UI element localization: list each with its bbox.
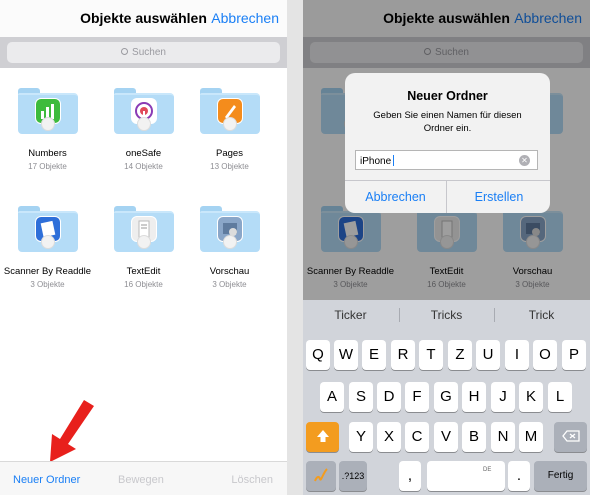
- keyboard: Q W E R T Z U I O P A S D F G H J K L Y …: [303, 330, 590, 495]
- folder-name-input[interactable]: iPhone ✕: [355, 150, 538, 170]
- new-folder-alert: Neuer Ordner Geben Sie einen Namen für d…: [345, 73, 550, 213]
- key-a[interactable]: A: [320, 382, 344, 412]
- key-s[interactable]: S: [349, 382, 373, 412]
- space-key[interactable]: DE: [427, 461, 505, 491]
- alert-cancel-button[interactable]: Abbrechen: [345, 181, 447, 213]
- key-n[interactable]: N: [491, 422, 515, 452]
- new-folder-button[interactable]: Neuer Ordner: [13, 474, 80, 486]
- folder-name: Numbers: [28, 148, 67, 159]
- folder-item-numbers[interactable]: Numbers 17 Objekte: [0, 68, 95, 173]
- left-screen: Objekte auswählen Abbrechen Suchen Numbe…: [0, 0, 287, 495]
- key-w[interactable]: W: [334, 340, 358, 370]
- red-arrow-icon: [50, 400, 94, 462]
- folder-item-textedit[interactable]: TextEdit 16 Objekte: [96, 186, 191, 291]
- shift-key[interactable]: [306, 422, 339, 452]
- key-b[interactable]: B: [462, 422, 486, 452]
- clear-text-icon[interactable]: ✕: [519, 155, 530, 166]
- key-q[interactable]: Q: [306, 340, 330, 370]
- alert-buttons: Abbrechen Erstellen: [345, 180, 550, 213]
- folder-item-vorschau[interactable]: Vorschau 3 Objekte: [182, 186, 277, 291]
- folder-count: 3 Objekte: [30, 280, 65, 289]
- space-language-label: DE: [483, 467, 492, 473]
- key-t[interactable]: T: [419, 340, 443, 370]
- folder-grid: Numbers 17 Objekte oneSafe 14 Objekte Pa…: [0, 68, 287, 300]
- key-i[interactable]: I: [505, 340, 529, 370]
- folder-icon: [18, 206, 78, 252]
- key-c[interactable]: C: [405, 422, 429, 452]
- folder-name-value: iPhone: [360, 156, 392, 167]
- folder-count: 13 Objekte: [210, 162, 249, 171]
- handwriting-key[interactable]: [306, 461, 336, 491]
- period-key[interactable]: .: [508, 461, 530, 491]
- keyboard-suggestion-bar: Ticker Tricks Trick: [303, 300, 590, 330]
- key-p[interactable]: P: [562, 340, 586, 370]
- folder-count: 14 Objekte: [124, 162, 163, 171]
- key-l[interactable]: L: [548, 382, 572, 412]
- folder-icon: [200, 88, 260, 134]
- suggestion-item[interactable]: Ticker: [303, 308, 398, 322]
- key-m[interactable]: M: [519, 422, 543, 452]
- key-y[interactable]: Y: [349, 422, 373, 452]
- folder-name: oneSafe: [125, 148, 162, 159]
- alert-title: Neuer Ordner: [407, 89, 488, 103]
- folder-icon: [114, 206, 174, 252]
- key-h[interactable]: H: [462, 382, 486, 412]
- folder-name: Vorschau: [209, 266, 250, 277]
- folder-name: TextEdit: [126, 266, 161, 277]
- folder-icon: [200, 206, 260, 252]
- numbers-key[interactable]: .?123: [339, 461, 367, 491]
- navigation-bar: Objekte auswählen Abbrechen: [0, 0, 287, 37]
- folder-count: 3 Objekte: [212, 280, 247, 289]
- key-r[interactable]: R: [391, 340, 415, 370]
- done-key[interactable]: Fertig: [534, 461, 587, 491]
- folder-count: 17 Objekte: [28, 162, 67, 171]
- handwriting-icon: [314, 468, 328, 482]
- comma-key[interactable]: ,: [399, 461, 421, 491]
- search-placeholder: Suchen: [132, 47, 166, 58]
- key-k[interactable]: K: [519, 382, 543, 412]
- key-f[interactable]: F: [405, 382, 429, 412]
- folder-item-scanner[interactable]: Scanner By Readdle 3 Objekte: [0, 186, 95, 291]
- shift-arrow-icon: [316, 430, 329, 442]
- folder-name: Pages: [216, 148, 243, 159]
- key-u[interactable]: U: [476, 340, 500, 370]
- cancel-button[interactable]: Abbrechen: [211, 10, 279, 26]
- text-caret: [393, 155, 395, 166]
- key-x[interactable]: X: [377, 422, 401, 452]
- right-screen: Objekte auswählen Abbrechen Suchen Scann…: [303, 0, 590, 495]
- bottom-toolbar: Neuer Ordner Bewegen Löschen: [0, 461, 287, 495]
- key-d[interactable]: D: [377, 382, 401, 412]
- folder-name: Scanner By Readdle: [3, 266, 92, 277]
- key-v[interactable]: V: [434, 422, 458, 452]
- folder-icon: [114, 88, 174, 134]
- backspace-icon: [561, 430, 580, 442]
- search-input[interactable]: Suchen: [7, 42, 280, 63]
- magnifier-icon: [121, 48, 129, 55]
- key-o[interactable]: O: [533, 340, 557, 370]
- search-bar: Suchen: [0, 37, 287, 68]
- suggestion-item[interactable]: Trick: [494, 308, 589, 322]
- key-z[interactable]: Z: [448, 340, 472, 370]
- key-g[interactable]: G: [434, 382, 458, 412]
- key-j[interactable]: J: [491, 382, 515, 412]
- folder-item-pages[interactable]: Pages 13 Objekte: [182, 68, 277, 173]
- alert-message: Geben Sie einen Namen für diesen Ordner …: [373, 110, 522, 134]
- move-button[interactable]: Bewegen: [118, 474, 164, 486]
- folder-count: 16 Objekte: [124, 280, 163, 289]
- key-e[interactable]: E: [362, 340, 386, 370]
- folder-item-onesafe[interactable]: oneSafe 14 Objekte: [96, 68, 191, 173]
- delete-button[interactable]: Löschen: [231, 474, 273, 486]
- suggestion-item[interactable]: Tricks: [399, 308, 494, 322]
- alert-create-button[interactable]: Erstellen: [448, 181, 550, 213]
- folder-icon: [18, 88, 78, 134]
- backspace-key[interactable]: [554, 422, 587, 452]
